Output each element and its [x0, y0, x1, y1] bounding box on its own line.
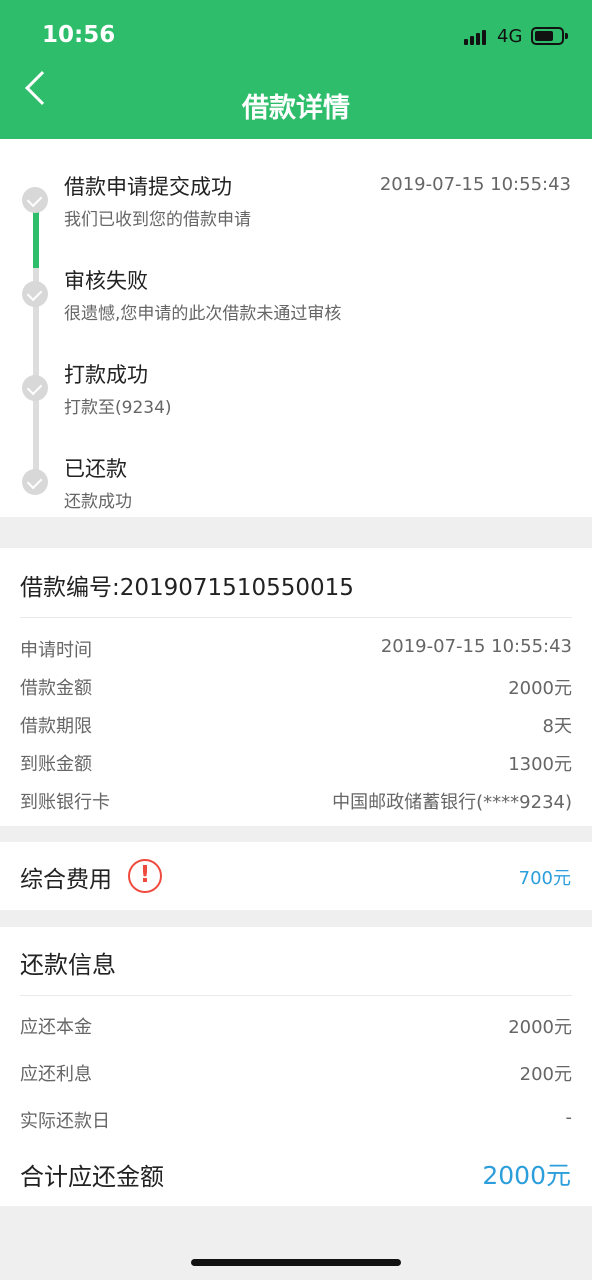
check-icon — [22, 375, 48, 401]
repayment-row: 实际还款日 - — [20, 1107, 572, 1135]
detail-label: 到账金额 — [20, 754, 92, 775]
detail-row: 申请时间 2019-07-15 10:55:43 — [20, 636, 572, 664]
step-title: 审核失败 — [64, 269, 148, 293]
step-time: 2019-07-15 10:55:43 — [379, 174, 571, 195]
detail-value: 1300元 — [508, 754, 572, 775]
home-indicator[interactable] — [191, 1259, 401, 1266]
fees-label: 综合费用 — [20, 867, 112, 893]
detail-label: 借款期限 — [20, 716, 92, 737]
step-title: 借款申请提交成功 — [64, 175, 232, 199]
detail-row: 借款金额 2000元 — [20, 674, 572, 702]
check-icon — [22, 281, 48, 307]
app-header: 10:56 4G 借款详情 — [0, 0, 592, 139]
detail-label: 申请时间 — [20, 640, 92, 661]
repayment-info: 还款信息 应还本金 2000元 应还利息 200元 实际还款日 - 合计应还金额… — [0, 927, 592, 1206]
step-title: 已还款 — [64, 457, 127, 481]
timeline-step: 借款申请提交成功 我们已收到您的借款申请 2019-07-15 10:55:43 — [0, 153, 592, 230]
detail-value: 8天 — [542, 716, 572, 737]
loan-number: 借款编号:2019071510550015 — [20, 575, 354, 601]
detail-row: 到账金额 1300元 — [20, 750, 572, 778]
loan-details: 借款编号:2019071510550015 申请时间 2019-07-15 10… — [0, 548, 592, 826]
fees-row[interactable]: 综合费用 ! 700元 — [0, 842, 592, 910]
status-time: 10:56 — [42, 22, 116, 48]
repayment-label: 实际还款日 — [20, 1111, 110, 1132]
timeline-step: 审核失败 很遗憾,您申请的此次借款未通过审核 — [0, 247, 592, 324]
detail-value: 中国邮政储蓄银行(****9234) — [332, 792, 572, 813]
repayment-label: 应还利息 — [20, 1064, 92, 1085]
timeline-step: 打款成功 打款至(9234) — [0, 341, 592, 418]
detail-label: 借款金额 — [20, 678, 92, 699]
network-label: 4G — [497, 26, 523, 47]
battery-icon — [531, 27, 568, 45]
repayment-value: 2000元 — [508, 1017, 572, 1038]
step-description: 还款成功 — [64, 492, 132, 512]
detail-label: 到账银行卡 — [20, 792, 110, 813]
detail-row: 到账银行卡 中国邮政储蓄银行(****9234) — [20, 788, 572, 816]
repayment-value: - — [565, 1107, 573, 1128]
signal-icon — [464, 30, 486, 45]
divider — [20, 995, 572, 996]
repayment-row: 应还利息 200元 — [20, 1060, 572, 1088]
repayment-label: 应还本金 — [20, 1017, 92, 1038]
bottom-bar — [0, 1222, 592, 1280]
page-title: 借款详情 — [242, 93, 350, 124]
timeline-step: 已还款 还款成功 — [0, 435, 592, 512]
detail-row: 借款期限 8天 — [20, 712, 572, 740]
detail-value: 2019-07-15 10:55:43 — [380, 636, 572, 657]
fees-value: 700元 — [518, 868, 571, 889]
step-description: 打款至(9234) — [64, 398, 172, 418]
total-label: 合计应还金额 — [20, 1163, 164, 1191]
repayment-row: 应还本金 2000元 — [20, 1013, 572, 1041]
check-icon — [22, 187, 48, 213]
step-description: 很遗憾,您申请的此次借款未通过审核 — [64, 304, 342, 324]
step-description: 我们已收到您的借款申请 — [64, 210, 251, 230]
total-value: 2000元 — [482, 1161, 571, 1190]
divider — [20, 617, 572, 618]
repayment-value: 200元 — [519, 1064, 572, 1085]
repayment-title: 还款信息 — [20, 951, 116, 979]
detail-value: 2000元 — [508, 678, 572, 699]
check-icon — [22, 469, 48, 495]
warning-icon[interactable]: ! — [128, 859, 162, 893]
step-title: 打款成功 — [64, 363, 148, 387]
